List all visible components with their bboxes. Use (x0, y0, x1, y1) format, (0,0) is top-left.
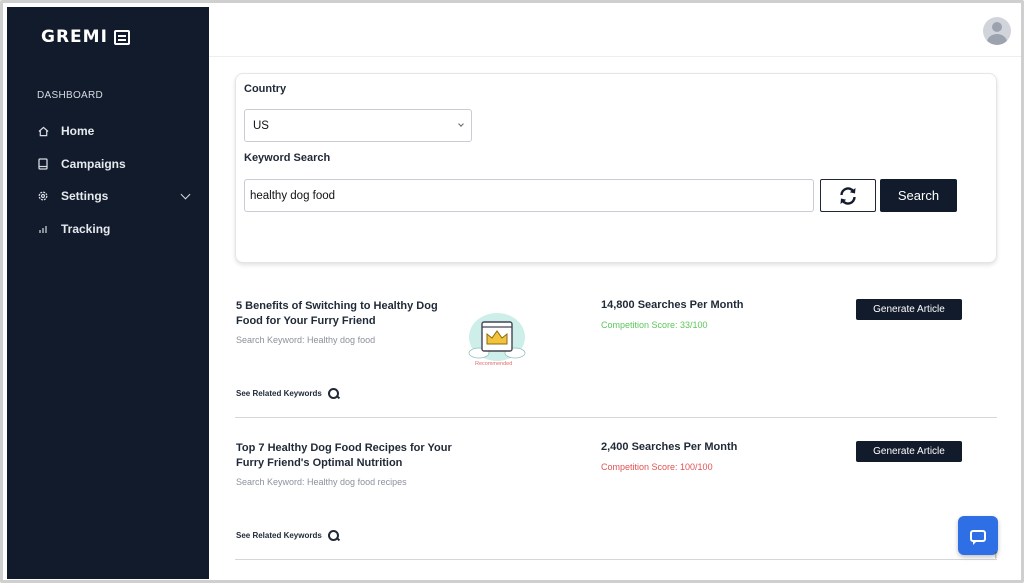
result-competition-score: Competition Score: 100/100 (601, 462, 713, 472)
related-keywords-label: See Related Keywords (236, 389, 322, 398)
see-related-keywords-link[interactable]: See Related Keywords (236, 388, 339, 399)
keyword-search-card: Country US Keyword Search healthy dog fo… (235, 73, 997, 263)
list-item: Top 7 Healthy Dog Food Recipes for Your … (235, 441, 997, 560)
refresh-button[interactable] (820, 179, 876, 212)
sidebar-item-home[interactable]: Home (37, 115, 197, 148)
country-select-value: US (253, 119, 269, 132)
sidebar-item-label: Settings (61, 189, 109, 204)
search-button[interactable]: Search (880, 179, 957, 212)
keyword-input-value: healthy dog food (250, 189, 336, 202)
newspaper-icon (113, 29, 130, 45)
sidebar-item-campaigns[interactable]: Campaigns (37, 148, 197, 181)
chevron-down-icon[interactable] (180, 189, 191, 200)
sidebar-item-tracking[interactable]: Tracking (37, 213, 197, 246)
crown-badge-icon (468, 313, 526, 361)
keyword-label: Keyword Search (244, 152, 331, 164)
sidebar-item-label: Home (61, 124, 95, 139)
home-icon (37, 125, 49, 137)
scroll-to-top-icon[interactable]: ↑ (993, 547, 999, 561)
related-keywords-label: See Related Keywords (236, 531, 322, 540)
search-icon (327, 388, 339, 399)
sidebar-item-label: Tracking (61, 221, 111, 236)
chevron-down-icon (458, 121, 464, 127)
generate-article-button[interactable]: Generate Article (856, 299, 962, 320)
result-search-keyword: Search Keyword: Healthy dog food recipes (236, 477, 407, 487)
list-item: 5 Benefits of Switching to Healthy Dog F… (235, 299, 997, 418)
brand-logo[interactable]: GREMI (41, 27, 130, 47)
result-title: Top 7 Healthy Dog Food Recipes for Your … (236, 442, 452, 469)
refresh-icon (840, 186, 856, 205)
recommended-badge: Recommended (475, 361, 513, 367)
gear-icon (37, 190, 49, 202)
keyword-input[interactable]: healthy dog food (244, 179, 814, 212)
result-searches: 14,800 Searches Per Month (601, 299, 744, 311)
sidebar-item-settings[interactable]: Settings (37, 180, 197, 213)
sidebar-nav: Home Campaigns Settings Tracking (37, 115, 197, 245)
sidebar-item-label: Campaigns (61, 156, 126, 171)
bar-chart-icon (37, 223, 49, 235)
result-title: 5 Benefits of Switching to Healthy Dog F… (236, 300, 438, 327)
see-related-keywords-link[interactable]: See Related Keywords (236, 530, 339, 541)
top-bar (209, 7, 1021, 57)
brand-name: GREMI (41, 27, 108, 47)
chat-widget-button[interactable] (958, 516, 998, 555)
search-icon (327, 530, 339, 541)
sidebar: GREMI DASHBOARD Home Campaigns Settings … (7, 7, 209, 579)
chat-icon (970, 529, 986, 545)
country-select[interactable]: US (244, 109, 472, 142)
result-search-keyword: Search Keyword: Healthy dog food (236, 335, 376, 345)
app-frame: GREMI DASHBOARD Home Campaigns Settings … (0, 0, 1024, 583)
result-searches: 2,400 Searches Per Month (601, 441, 738, 453)
sidebar-section-label: DASHBOARD (37, 90, 104, 101)
result-competition-score: Competition Score: 33/100 (601, 320, 708, 330)
generate-article-button[interactable]: Generate Article (856, 441, 962, 462)
country-label: Country (244, 83, 287, 95)
book-icon (37, 158, 49, 170)
avatar[interactable] (983, 17, 1011, 45)
